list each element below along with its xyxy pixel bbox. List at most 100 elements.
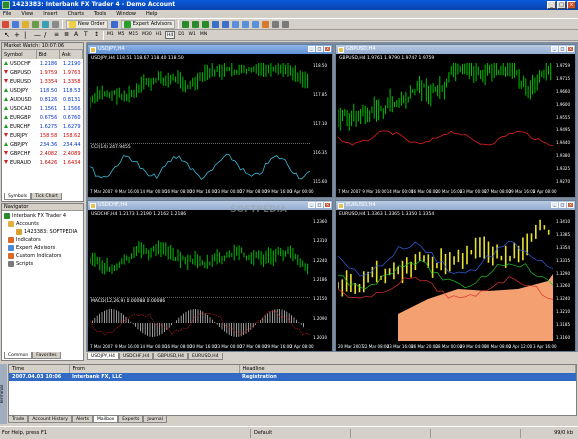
templates-icon[interactable] — [281, 20, 289, 28]
chart-minimize-button[interactable]: _ — [551, 46, 558, 52]
menu-window[interactable]: Window — [115, 11, 137, 17]
chart-window-title-bar[interactable]: USDCHF,H4 _ □ × — [88, 201, 332, 210]
chart-maximize-button[interactable]: □ — [316, 46, 323, 52]
timeframe-m30[interactable]: M30 — [141, 31, 153, 39]
chart-window-title-bar[interactable]: GBPUSD,H4 _ □ × — [336, 45, 575, 54]
chart-window-title-bar[interactable]: USDJPY,H4 _ □ × — [88, 45, 332, 54]
zoom-in-icon[interactable] — [211, 20, 219, 28]
chart-window-title-bar[interactable]: EURUSD,H4 _ □ × — [336, 201, 575, 210]
timeframe-m1[interactable]: M1 — [106, 31, 115, 39]
arrows-icon[interactable]: ↕ — [93, 31, 101, 39]
list-item[interactable]: USDJPY 118.50 118.53 — [2, 86, 83, 95]
timeframe-d1[interactable]: D1 — [177, 31, 185, 39]
navigator-root[interactable]: Interbank FX Trader 4 — [4, 212, 81, 220]
price-plot[interactable] — [338, 219, 553, 341]
timeframe-m15[interactable]: M15 — [128, 31, 140, 39]
profiles-icon[interactable] — [12, 20, 19, 28]
tab-favorites[interactable]: Favorites — [32, 352, 61, 359]
list-item[interactable]: GBPUSD 1.9759 1.9763 — [2, 68, 83, 77]
chart-tab-usdjpy[interactable]: USDJPY,H4 — [87, 353, 119, 360]
list-item[interactable]: GBPJPY 234.36 234.44 — [2, 140, 83, 149]
list-item[interactable]: EURUSD 1.3354 1.3358 — [2, 77, 83, 86]
tab-journal[interactable]: Journal — [143, 416, 167, 423]
new-chart-icon[interactable] — [2, 20, 9, 28]
chart-maximize-button[interactable]: □ — [559, 46, 566, 52]
chart-shift-icon[interactable] — [251, 20, 259, 28]
list-item[interactable]: USDCAD 1.1561 1.1566 — [2, 104, 83, 113]
chart-tab-eurusd[interactable]: EURUSD,H4 — [188, 353, 223, 360]
chart-maximize-button[interactable]: □ — [559, 202, 566, 208]
chart-maximize-button[interactable]: □ — [316, 202, 323, 208]
menu-view[interactable]: View — [20, 11, 34, 17]
channel-icon[interactable]: ≡ — [53, 31, 61, 39]
list-item[interactable]: AUDUSD 0.8126 0.8131 — [2, 95, 83, 104]
chart-window-usdchf[interactable]: USDCHF,H4 _ □ × USDCHF,H4 1.2173 1.2190 … — [87, 200, 333, 352]
menu-file[interactable]: File — [2, 11, 12, 17]
navigator-item-scripts[interactable]: Scripts — [4, 260, 81, 268]
candlestick-icon[interactable] — [191, 20, 199, 28]
cursor-icon[interactable]: ↖ — [3, 31, 11, 39]
price-plot[interactable] — [90, 63, 310, 143]
column-header-headline[interactable]: Headline — [239, 365, 576, 373]
metaeditor-icon[interactable] — [110, 20, 118, 28]
chart-tab-usdchf[interactable]: USDCHF,H4 — [118, 353, 154, 360]
periods-icon[interactable] — [271, 20, 279, 28]
navigator-item-account[interactable]: 1423383: SOFTPEDIA — [4, 228, 81, 236]
tab-tick-chart[interactable]: Tick Chart — [31, 193, 62, 200]
column-header-ask[interactable]: Ask — [59, 50, 84, 59]
menu-help[interactable]: Help — [145, 11, 158, 17]
bar-chart-icon[interactable] — [181, 20, 189, 28]
tab-experts[interactable]: Experts — [118, 416, 144, 423]
navigator-item-accounts[interactable]: Accounts — [4, 220, 81, 228]
timeframe-h1[interactable]: H1 — [155, 31, 163, 39]
menu-charts[interactable]: Charts — [67, 11, 85, 17]
navigator-item-custom-indicators[interactable]: Custom Indicators — [4, 252, 81, 260]
chart-close-button[interactable]: × — [324, 202, 331, 208]
expert-advisors-button[interactable]: Expert Advisors — [120, 19, 175, 29]
navigator-item-indicators[interactable]: Indicators — [4, 236, 81, 244]
tab-symbols[interactable]: Symbols — [4, 193, 32, 200]
line-chart-icon[interactable] — [201, 20, 209, 28]
tab-account-history[interactable]: Account History — [28, 416, 72, 423]
chart-window-usdjpy[interactable]: USDJPY,H4 _ □ × USDJPY,H4 118.51 118.67 … — [87, 44, 333, 198]
close-button[interactable]: × — [567, 1, 576, 9]
zoom-out-icon[interactable] — [221, 20, 229, 28]
oscillator-plot[interactable] — [90, 305, 310, 341]
chart-close-button[interactable]: × — [567, 202, 574, 208]
market-watch-icon[interactable] — [22, 20, 29, 28]
timeframe-mn[interactable]: MN — [199, 31, 208, 39]
chart-close-button[interactable]: × — [324, 46, 331, 52]
new-order-button[interactable]: New Order — [66, 19, 108, 29]
autoscroll-icon[interactable] — [241, 20, 249, 28]
list-item[interactable]: EURAUD 1.6426 1.6434 — [2, 158, 83, 167]
tab-common[interactable]: Common — [4, 352, 33, 359]
text-icon[interactable]: A — [73, 31, 81, 39]
column-header-from[interactable]: From — [69, 365, 240, 373]
data-window-icon[interactable] — [32, 20, 39, 28]
timeframe-m5[interactable]: M5 — [117, 31, 126, 39]
price-plot[interactable] — [90, 219, 310, 297]
list-item[interactable]: USDCHF 1.2186 1.2190 — [2, 59, 83, 68]
column-header-time[interactable]: Time — [9, 365, 70, 373]
chart-window-gbpusd[interactable]: GBPUSD,H4 _ □ × GBPUSD,H4 1.9761 1.9790 … — [335, 44, 576, 198]
chart-minimize-button[interactable]: _ — [551, 202, 558, 208]
indicators-icon[interactable] — [261, 20, 269, 28]
tab-mailbox[interactable]: Mailbox — [93, 416, 119, 423]
crosshair-icon[interactable]: + — [13, 31, 21, 39]
maximize-button[interactable]: □ — [557, 1, 566, 9]
menu-tools[interactable]: Tools — [93, 11, 107, 17]
chart-window-eurusd[interactable]: EURUSD,H4 _ □ × EURUSD,H4 1.3363 1.3365 … — [335, 200, 576, 352]
horizontal-line-icon[interactable]: — — [33, 31, 41, 39]
list-item[interactable]: EURJPY 158.58 158.62 — [2, 131, 83, 140]
column-header-bid[interactable]: Bid — [36, 50, 60, 59]
trendline-icon[interactable]: / — [43, 31, 51, 39]
tile-windows-icon[interactable] — [231, 20, 239, 28]
navigator-icon[interactable] — [42, 20, 49, 28]
chart-minimize-button[interactable]: _ — [308, 46, 315, 52]
terminal-icon[interactable] — [52, 20, 59, 28]
price-plot[interactable] — [338, 63, 553, 185]
vertical-line-icon[interactable]: | — [23, 31, 31, 39]
chart-tab-gbpusd[interactable]: GBPUSD,H4 — [153, 353, 188, 360]
list-item[interactable]: EURCHF 1.6275 1.6279 — [2, 122, 83, 131]
column-header-symbol[interactable]: Symbol — [2, 50, 37, 59]
